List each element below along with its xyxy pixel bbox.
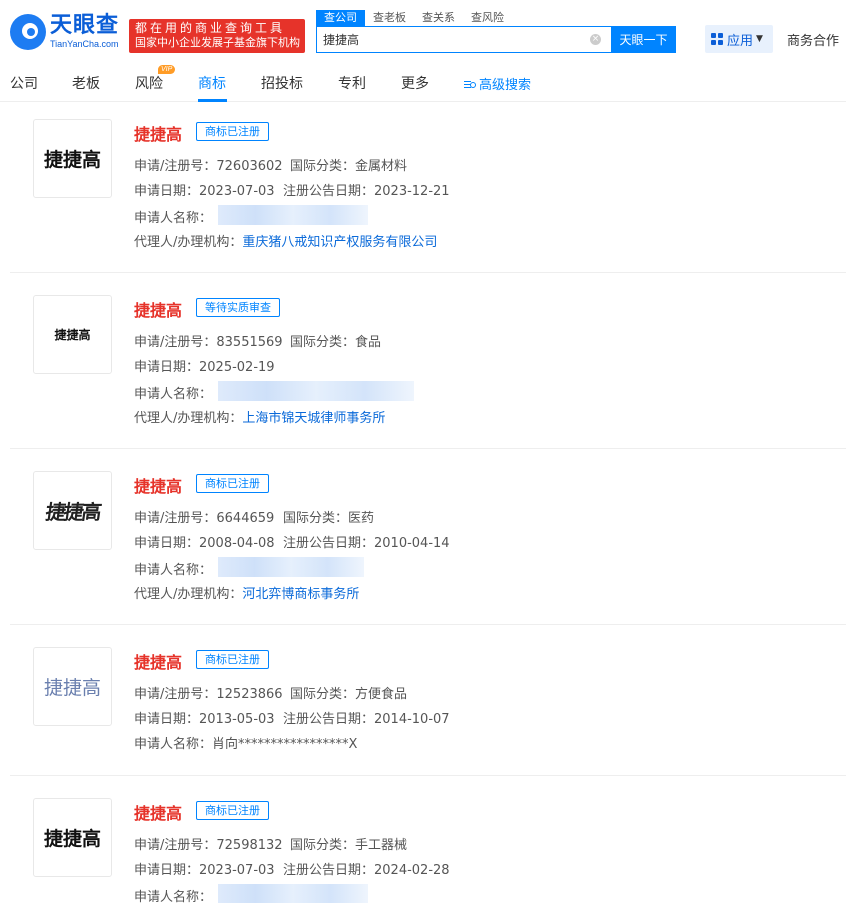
agent-link[interactable]: 重庆猪八戒知识产权服务有限公司 [242,235,437,250]
slogan-line2: 国家中小企业发展子基金旗下机构 [135,36,299,50]
agent-link[interactable]: 上海市锦天城律师事务所 [242,411,385,426]
reg-row: 申请/注册号：83551569 国际分类：食品 [134,331,283,350]
reg-row: 申请/注册号：72598132 国际分类：手工器械 [134,834,283,853]
trademark-name[interactable]: 捷捷高 [134,297,182,321]
reg-row: 申请/注册号：6644659 国际分类：医药 [134,507,274,526]
search-box: × [316,26,612,53]
redacted-blur [218,557,364,577]
applicant-row: 申请人名称：肖向*****************X [134,733,357,752]
agent-row: 代理人/办理机构：河北弈博商标事务所 [134,583,359,602]
trademark-image[interactable]: 捷捷高 [33,647,112,726]
notice-date: 2024-02-28 [374,863,450,878]
search-tab-boss[interactable]: 查老板 [365,10,414,26]
logo[interactable]: 天眼查 TianYanCha.com [10,14,119,50]
apply-date: 2013-05-03 [199,712,275,727]
trademark-name[interactable]: 捷捷高 [134,473,182,497]
date-row: 申请日期：2008-04-08 注册公告日期：2010-04-14 [134,532,275,551]
status-badge: 等待实质审查 [196,298,280,317]
apps-button[interactable]: 应用 ▼ [705,25,773,53]
intl-class: 金属材料 [355,159,407,174]
status-badge: 商标已注册 [196,801,269,820]
nav-tab-trademark[interactable]: 商标 [198,73,226,93]
agent-row: 代理人/办理机构：重庆猪八戒知识产权服务有限公司 [134,231,437,250]
trademark-name[interactable]: 捷捷高 [134,800,182,824]
applicant-row: 申请人名称： [134,557,364,578]
clear-icon[interactable]: × [590,34,601,45]
agent-link[interactable]: 河北弈博商标事务所 [242,587,359,602]
category-nav: 公司 老板 风险 商标 招投标 专利 更多 高级搜索 [0,64,846,102]
intl-class: 手工器械 [355,838,407,853]
notice-date: 2014-10-07 [374,712,450,727]
eye-logo-icon [10,14,46,50]
vip-badge: VIP [158,65,175,74]
redacted-blur [218,381,414,401]
trademark-image[interactable]: 捷捷高 [33,119,112,198]
trademark-name[interactable]: 捷捷高 [134,121,182,145]
trademark-card[interactable]: 捷捷高 捷捷高 等待实质审查 申请/注册号：83551569 国际分类：食品 申… [10,273,846,449]
nav-tab-patent[interactable]: 专利 [338,73,366,93]
date-row: 申请日期：2013-05-03 注册公告日期：2014-10-07 [134,708,275,727]
applicant-name: 肖向*****************X [212,737,357,752]
reg-number: 83551569 [216,335,282,350]
advanced-search-link[interactable]: 高级搜索 [464,74,531,93]
search-tab-relation[interactable]: 查关系 [414,10,463,26]
logo-domain: TianYanCha.com [50,38,119,50]
reg-number: 72603602 [216,159,282,174]
redacted-blur [218,205,368,225]
date-row: 申请日期：2025-02-19 [134,356,275,375]
trademark-card[interactable]: 捷捷高 捷捷高 商标已注册 申请/注册号：72603602 国际分类：金属材料 … [10,103,846,273]
notice-date: 2023-12-21 [374,184,450,199]
status-badge: 商标已注册 [196,474,269,493]
slogan-banner: 都在用的商业查询工具 国家中小企业发展子基金旗下机构 [129,19,305,53]
date-row: 申请日期：2023-07-03 注册公告日期：2024-02-28 [134,859,275,878]
search-input[interactable] [317,27,587,52]
business-cooperation-link[interactable]: 商务合作 [787,30,839,49]
nav-tab-more[interactable]: 更多 [401,73,429,93]
status-badge: 商标已注册 [196,650,269,669]
search-type-tabs: 查公司 查老板 查关系 查风险 [316,10,512,26]
reg-number: 12523866 [216,687,282,702]
caret-down-icon: ▼ [756,34,763,44]
redacted-blur [218,884,368,903]
applicant-row: 申请人名称： [134,381,414,402]
reg-number: 72598132 [216,838,282,853]
filter-search-icon [464,80,476,90]
nav-tab-bidding[interactable]: 招投标 [261,73,303,93]
intl-class: 医药 [348,511,374,526]
reg-number: 6644659 [216,511,274,526]
reg-row: 申请/注册号：72603602 国际分类：金属材料 [134,155,283,174]
applicant-row: 申请人名称： [134,205,368,226]
trademark-card[interactable]: 捷捷高 捷捷高 商标已注册 申请/注册号：12523866 国际分类：方便食品 … [10,625,846,776]
reg-row: 申请/注册号：12523866 国际分类：方便食品 [134,683,283,702]
active-tab-indicator [198,99,227,102]
logo-title: 天眼查 [50,14,119,38]
nav-tab-boss[interactable]: 老板 [72,73,100,93]
trademark-image[interactable]: 捷捷高 [33,798,112,877]
status-badge: 商标已注册 [196,122,269,141]
trademark-card[interactable]: 捷捷高 捷捷高 商标已注册 申请/注册号：72598132 国际分类：手工器械 … [10,776,846,903]
apply-date: 2023-07-03 [199,184,275,199]
date-row: 申请日期：2023-07-03 注册公告日期：2023-12-21 [134,180,275,199]
intl-class: 食品 [355,335,381,350]
apply-date: 2008-04-08 [199,536,275,551]
trademark-image[interactable]: 捷捷高 [33,471,112,550]
nav-tab-company[interactable]: 公司 [10,73,38,93]
apply-date: 2023-07-03 [199,863,275,878]
apply-date: 2025-02-19 [199,360,275,375]
trademark-name[interactable]: 捷捷高 [134,649,182,673]
grid-icon [711,33,723,45]
agent-row: 代理人/办理机构：上海市锦天城律师事务所 [134,407,385,426]
search-button[interactable]: 天眼一下 [611,26,676,53]
nav-tab-risk[interactable]: 风险 [135,73,163,93]
search-tab-company[interactable]: 查公司 [316,10,365,26]
notice-date: 2010-04-14 [374,536,450,551]
trademark-image[interactable]: 捷捷高 [33,295,112,374]
search-tab-risk[interactable]: 查风险 [463,10,512,26]
slogan-line1: 都在用的商业查询工具 [135,21,299,36]
header: 天眼查 TianYanCha.com 都在用的商业查询工具 国家中小企业发展子基… [0,0,846,64]
apps-label: 应用 [727,30,753,49]
intl-class: 方便食品 [355,687,407,702]
trademark-card[interactable]: 捷捷高 捷捷高 商标已注册 申请/注册号：6644659 国际分类：医药 申请日… [10,449,846,625]
applicant-row: 申请人名称： [134,884,368,903]
